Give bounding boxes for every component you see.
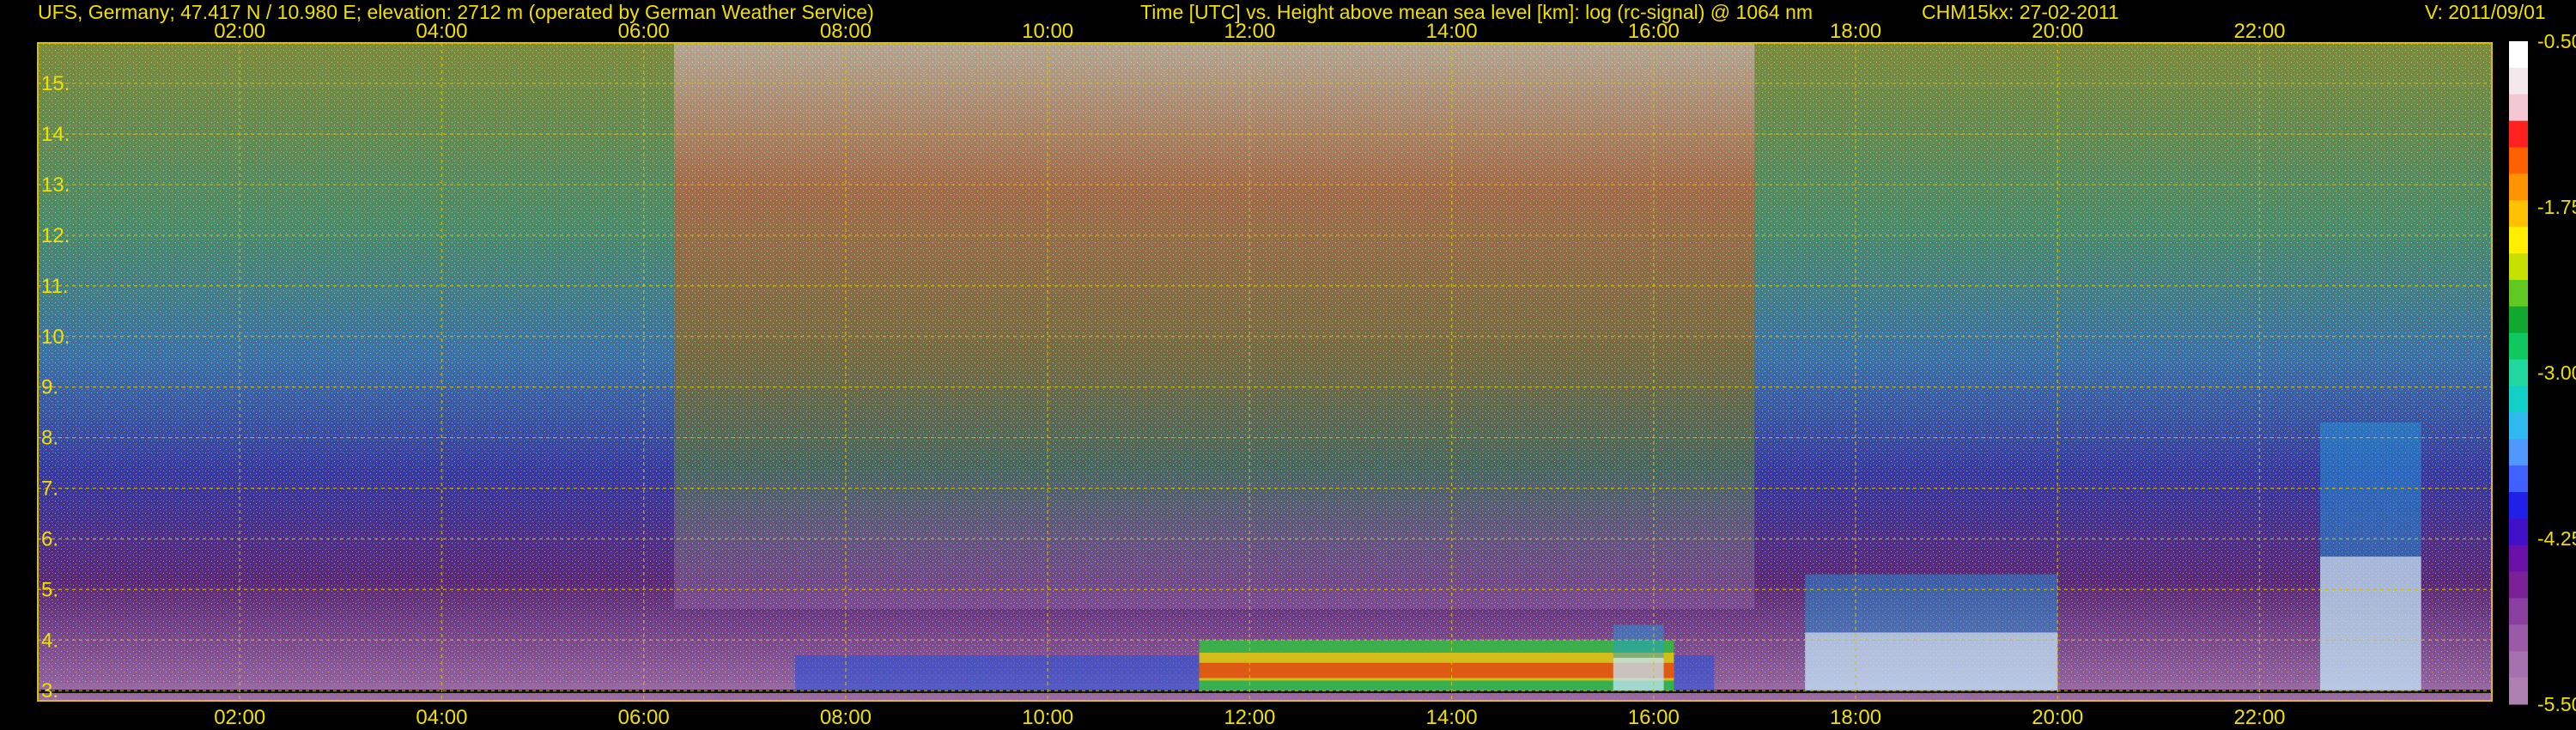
colorbar-swatch (2509, 94, 2528, 122)
colorbar-swatch (2509, 332, 2528, 361)
colorbar-swatch (2509, 120, 2528, 149)
colorbar-swatch (2509, 359, 2528, 386)
x-tick-label-top: 04:00 (416, 20, 467, 43)
signal-noise (38, 43, 2492, 701)
x-tick-label-bottom: 12:00 (1224, 706, 1275, 729)
y-tick-label: 15. (41, 72, 70, 95)
colorbar-label: -5.50 (2537, 693, 2576, 715)
x-tick-label-bottom: 20:00 (2032, 706, 2083, 729)
ceilometer-chart: 02:00 04:00 06:00 08:00 10:00 12:00 14:00 16:00… (37, 20, 2576, 729)
x-tick-label-top: 20:00 (2032, 20, 2083, 43)
y-tick-label: 6. (41, 527, 58, 551)
colorbar-label: -0.50 (2537, 30, 2576, 52)
x-tick-label-bottom: 06:00 (618, 706, 670, 729)
colorbar-label: -1.75 (2537, 196, 2576, 218)
colorbar-swatch (2509, 651, 2528, 678)
x-tick-label-bottom: 04:00 (416, 706, 467, 729)
y-tick-label: 8. (41, 427, 58, 450)
feature-core (1199, 662, 1674, 678)
aerosol-feature-4 (1805, 574, 2058, 691)
y-tick-label: 11. (41, 275, 69, 298)
aerosol-feature-2 (1613, 624, 1664, 691)
aerosol-feature-1 (1199, 640, 1674, 691)
colorbar-swatch (2509, 571, 2528, 599)
x-tick-label-bottom: 08:00 (820, 706, 872, 729)
colorbar-swatch (2509, 465, 2528, 493)
x-tick-label-bottom: 10:00 (1022, 706, 1073, 729)
x-tick-label-top: 12:00 (1224, 20, 1275, 43)
colorbar-swatch (2509, 678, 2528, 705)
colorbar-swatch (2509, 41, 2528, 69)
colorbar-swatch (2509, 306, 2528, 334)
colorbar-swatch (2509, 386, 2528, 413)
x-tick-label-bottom: 14:00 (1426, 706, 1478, 729)
colorbar-swatch (2509, 518, 2528, 546)
x-tick-label-top: 10:00 (1022, 20, 1073, 43)
y-tick-label: 3. (41, 679, 58, 703)
plot-area (38, 43, 2492, 701)
colorbar-swatch (2509, 147, 2528, 174)
x-tick-label-top: 02:00 (214, 20, 265, 43)
colorbar: -0.50 -1.75 -3.00 -4.25 -5.50 (2509, 30, 2576, 715)
x-tick-label-top: 14:00 (1426, 20, 1478, 43)
x-tick-label-top: 22:00 (2233, 20, 2285, 43)
x-tick-label-top: 16:00 (1628, 20, 1680, 43)
colorbar-swatch (2509, 200, 2528, 228)
colorbar-label: -3.00 (2537, 362, 2576, 384)
y-tick-label: 12. (41, 224, 70, 247)
colorbar-swatch (2509, 624, 2528, 652)
y-tick-label: 7. (41, 478, 58, 501)
colorbar-swatch (2509, 598, 2528, 625)
y-tick-label: 14. (41, 123, 70, 146)
x-tick-label-bottom: 16:00 (1628, 706, 1680, 729)
x-tick-label-top: 08:00 (820, 20, 872, 43)
y-tick-label: 4. (41, 629, 58, 652)
colorbar-swatch (2509, 544, 2528, 573)
y-tick-label: 5. (41, 578, 58, 601)
colorbar-swatch (2509, 227, 2528, 254)
colorbar-swatch (2509, 412, 2528, 440)
colorbar-swatch (2509, 491, 2528, 520)
x-ticks-top: 02:00 04:00 06:00 08:00 10:00 12:00 14:00 16:00… (214, 20, 2285, 43)
feature-core (1805, 632, 2058, 691)
aerosol-feature-3 (2320, 422, 2421, 691)
colorbar-label: -4.25 (2537, 527, 2576, 550)
y-tick-label: 13. (41, 173, 70, 197)
x-tick-label-bottom: 18:00 (1830, 706, 1881, 729)
feature-core (2320, 557, 2421, 691)
x-tick-label-bottom: 22:00 (2233, 706, 2285, 729)
x-tick-label-top: 18:00 (1830, 20, 1881, 43)
colorbar-swatch (2509, 253, 2528, 281)
x-tick-label-bottom: 02:00 (214, 706, 265, 729)
y-tick-label: 10. (41, 325, 70, 349)
colorbar-swatch (2509, 173, 2528, 201)
colorbar-swatch (2509, 439, 2528, 466)
colorbar-swatch (2509, 279, 2528, 307)
colorbar-swatch (2509, 67, 2528, 95)
x-tick-label-top: 06:00 (618, 20, 670, 43)
feature-core (1613, 657, 1664, 691)
y-tick-label: 9. (41, 376, 58, 399)
x-ticks-bottom: 02:00 04:00 06:00 08:00 10:00 12:00 14:00 16:00… (214, 706, 2285, 729)
